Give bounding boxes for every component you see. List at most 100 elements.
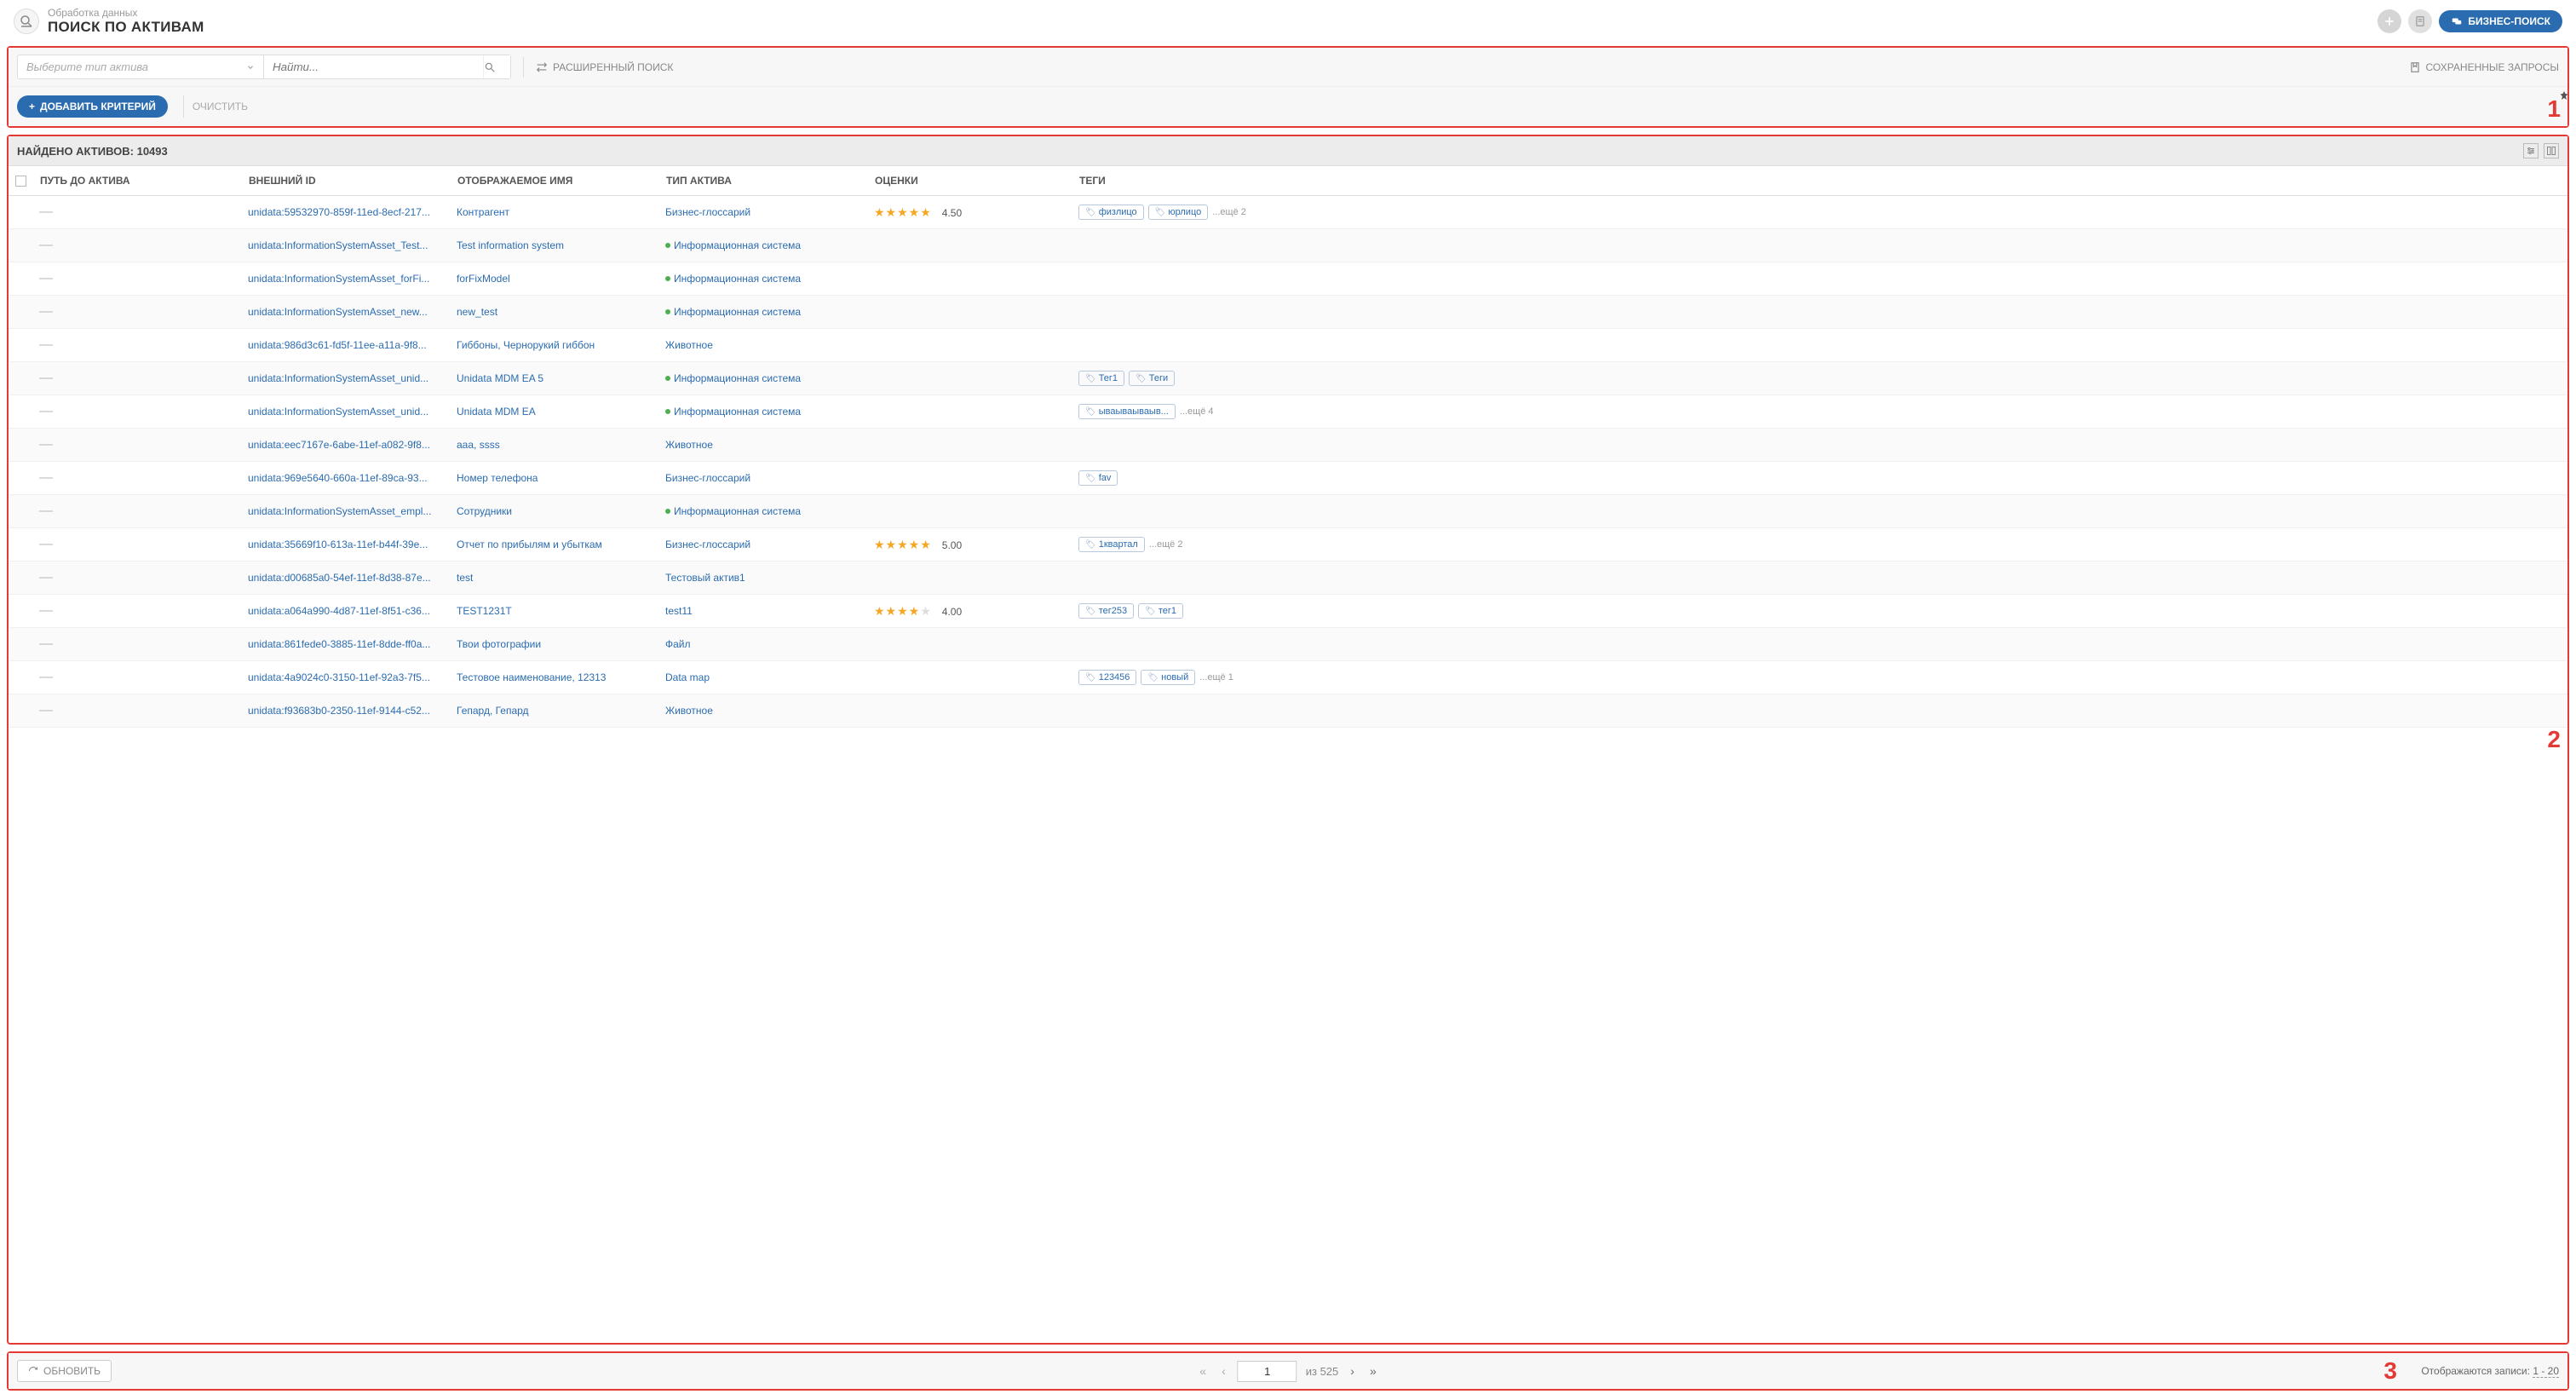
- table-row[interactable]: —unidata:InformationSystemAsset_empl...С…: [9, 495, 2567, 528]
- row-checkbox[interactable]: [9, 237, 32, 254]
- col-tags[interactable]: ТЕГИ: [1072, 166, 2567, 195]
- col-path[interactable]: ПУТЬ ДО АКТИВА: [33, 166, 242, 195]
- table-row[interactable]: —unidata:861fede0-3885-11ef-8dde-ff0a...…: [9, 628, 2567, 661]
- more-tags[interactable]: ...ещё 1: [1199, 672, 1233, 683]
- cell-extid[interactable]: unidata:d00685a0-54ef-11ef-8d38-87e...: [241, 563, 450, 592]
- cell-extid[interactable]: unidata:4a9024c0-3150-11ef-92a3-7f5...: [241, 663, 450, 692]
- tag[interactable]: 🏷123456: [1078, 670, 1136, 685]
- cell-name[interactable]: Номер телефона: [450, 464, 658, 493]
- row-checkbox[interactable]: [9, 370, 32, 387]
- row-checkbox[interactable]: [9, 303, 32, 320]
- row-checkbox[interactable]: [9, 270, 32, 287]
- cell-type[interactable]: Информационная система: [658, 497, 867, 526]
- cell-type[interactable]: Информационная система: [658, 397, 867, 426]
- row-checkbox[interactable]: [9, 569, 32, 586]
- tag[interactable]: 🏷юрлицо: [1148, 204, 1209, 220]
- col-type[interactable]: ТИП АКТИВА: [659, 166, 868, 195]
- table-row[interactable]: —unidata:4a9024c0-3150-11ef-92a3-7f5...Т…: [9, 661, 2567, 694]
- cell-extid[interactable]: unidata:a064a990-4d87-11ef-8f51-c36...: [241, 596, 450, 625]
- cell-type[interactable]: Тестовый актив1: [658, 563, 867, 592]
- table-row[interactable]: —unidata:InformationSystemAsset_Test...T…: [9, 229, 2567, 262]
- tag[interactable]: 🏷физлицо: [1078, 204, 1144, 220]
- row-checkbox[interactable]: [9, 702, 32, 719]
- tag[interactable]: 🏷1квартал: [1078, 537, 1145, 552]
- row-checkbox[interactable]: [9, 403, 32, 420]
- col-name[interactable]: ОТОБРАЖАЕМОЕ ИМЯ: [451, 166, 659, 195]
- cell-name[interactable]: Сотрудники: [450, 497, 658, 526]
- table-row[interactable]: —unidata:969e5640-660a-11ef-89ca-93...Но…: [9, 462, 2567, 495]
- last-page-button[interactable]: »: [1366, 1362, 1380, 1380]
- columns-icon[interactable]: [2544, 143, 2559, 158]
- table-row[interactable]: —unidata:d00685a0-54ef-11ef-8d38-87e...t…: [9, 562, 2567, 595]
- cell-name[interactable]: Тестовое наименование, 12313: [450, 663, 658, 692]
- cell-type[interactable]: test11: [658, 596, 867, 625]
- cell-extid[interactable]: unidata:InformationSystemAsset_empl...: [241, 497, 450, 526]
- tag[interactable]: 🏷ываываываыв...: [1078, 404, 1176, 419]
- cell-type[interactable]: Информационная система: [658, 364, 867, 393]
- cell-name[interactable]: new_test: [450, 297, 658, 326]
- cell-extid[interactable]: unidata:InformationSystemAsset_unid...: [241, 364, 450, 393]
- document-button[interactable]: [2408, 9, 2432, 33]
- settings-icon[interactable]: [2523, 143, 2539, 158]
- col-extid[interactable]: ВНЕШНИЙ ID: [242, 166, 451, 195]
- row-checkbox[interactable]: [9, 204, 32, 221]
- cell-name[interactable]: aaa, ssss: [450, 430, 658, 459]
- cell-type[interactable]: Информационная система: [658, 264, 867, 293]
- records-range[interactable]: 1 - 20: [2533, 1365, 2559, 1378]
- cell-type[interactable]: Бизнес-глоссарий: [658, 530, 867, 559]
- select-all-checkbox[interactable]: [9, 166, 33, 195]
- more-tags[interactable]: ...ещё 2: [1212, 207, 1246, 217]
- row-checkbox[interactable]: [9, 436, 32, 453]
- more-tags[interactable]: ...ещё 2: [1149, 539, 1183, 550]
- table-row[interactable]: —unidata:InformationSystemAsset_unid...U…: [9, 362, 2567, 395]
- tag[interactable]: 🏷тег253: [1078, 603, 1134, 619]
- tag[interactable]: 🏷Тег1: [1078, 371, 1124, 386]
- cell-type[interactable]: Животное: [658, 331, 867, 360]
- tag[interactable]: 🏷тег1: [1138, 603, 1183, 619]
- cell-type[interactable]: Файл: [658, 630, 867, 659]
- cell-type[interactable]: Животное: [658, 696, 867, 725]
- cell-name[interactable]: test: [450, 563, 658, 592]
- cell-name[interactable]: Unidata MDM EA: [450, 397, 658, 426]
- cell-name[interactable]: forFixModel: [450, 264, 658, 293]
- cell-type[interactable]: Информационная система: [658, 231, 867, 260]
- row-checkbox[interactable]: [9, 602, 32, 619]
- row-checkbox[interactable]: [9, 669, 32, 686]
- cell-extid[interactable]: unidata:986d3c61-fd5f-11ee-a11a-9f8...: [241, 331, 450, 360]
- advanced-search-link[interactable]: РАСШИРЕННЫЙ ПОИСК: [536, 61, 673, 73]
- cell-extid[interactable]: unidata:35669f10-613a-11ef-b44f-39e...: [241, 530, 450, 559]
- cell-type[interactable]: Информационная система: [658, 297, 867, 326]
- cell-extid[interactable]: unidata:eec7167e-6abe-11ef-a082-9f8...: [241, 430, 450, 459]
- first-page-button[interactable]: «: [1196, 1362, 1210, 1380]
- cell-extid[interactable]: unidata:969e5640-660a-11ef-89ca-93...: [241, 464, 450, 493]
- cell-type[interactable]: Data map: [658, 663, 867, 692]
- saved-queries-link[interactable]: СОХРАНЕННЫЕ ЗАПРОСЫ: [2409, 61, 2559, 73]
- tag[interactable]: 🏷Теги: [1129, 371, 1175, 386]
- row-checkbox[interactable]: [9, 503, 32, 520]
- cell-extid[interactable]: unidata:f93683b0-2350-11ef-9144-c52...: [241, 696, 450, 725]
- cell-name[interactable]: Unidata MDM EA 5: [450, 364, 658, 393]
- business-search-button[interactable]: БИЗНЕС-ПОИСК: [2439, 10, 2562, 32]
- cell-name[interactable]: Гепард, Гепард: [450, 696, 658, 725]
- table-row[interactable]: —unidata:986d3c61-fd5f-11ee-a11a-9f8...Г…: [9, 329, 2567, 362]
- add-button[interactable]: [2378, 9, 2401, 33]
- tag[interactable]: 🏷новый: [1141, 670, 1195, 685]
- cell-name[interactable]: Контрагент: [450, 198, 658, 227]
- more-tags[interactable]: ...ещё 4: [1180, 406, 1214, 417]
- row-checkbox[interactable]: [9, 636, 32, 653]
- cell-type[interactable]: Бизнес-глоссарий: [658, 464, 867, 493]
- cell-name[interactable]: Test information system: [450, 231, 658, 260]
- row-checkbox[interactable]: [9, 536, 32, 553]
- cell-extid[interactable]: unidata:InformationSystemAsset_forFi...: [241, 264, 450, 293]
- row-checkbox[interactable]: [9, 469, 32, 487]
- cell-name[interactable]: TEST1231T: [450, 596, 658, 625]
- table-row[interactable]: —unidata:InformationSystemAsset_forFi...…: [9, 262, 2567, 296]
- page-input[interactable]: [1238, 1361, 1297, 1382]
- cell-extid[interactable]: unidata:59532970-859f-11ed-8ecf-217...: [241, 198, 450, 227]
- cell-extid[interactable]: unidata:861fede0-3885-11ef-8dde-ff0a...: [241, 630, 450, 659]
- cell-name[interactable]: Твои фотографии: [450, 630, 658, 659]
- table-row[interactable]: —unidata:InformationSystemAsset_unid...U…: [9, 395, 2567, 429]
- table-row[interactable]: —unidata:a064a990-4d87-11ef-8f51-c36...T…: [9, 595, 2567, 628]
- cell-name[interactable]: Отчет по прибылям и убыткам: [450, 530, 658, 559]
- cell-type[interactable]: Животное: [658, 430, 867, 459]
